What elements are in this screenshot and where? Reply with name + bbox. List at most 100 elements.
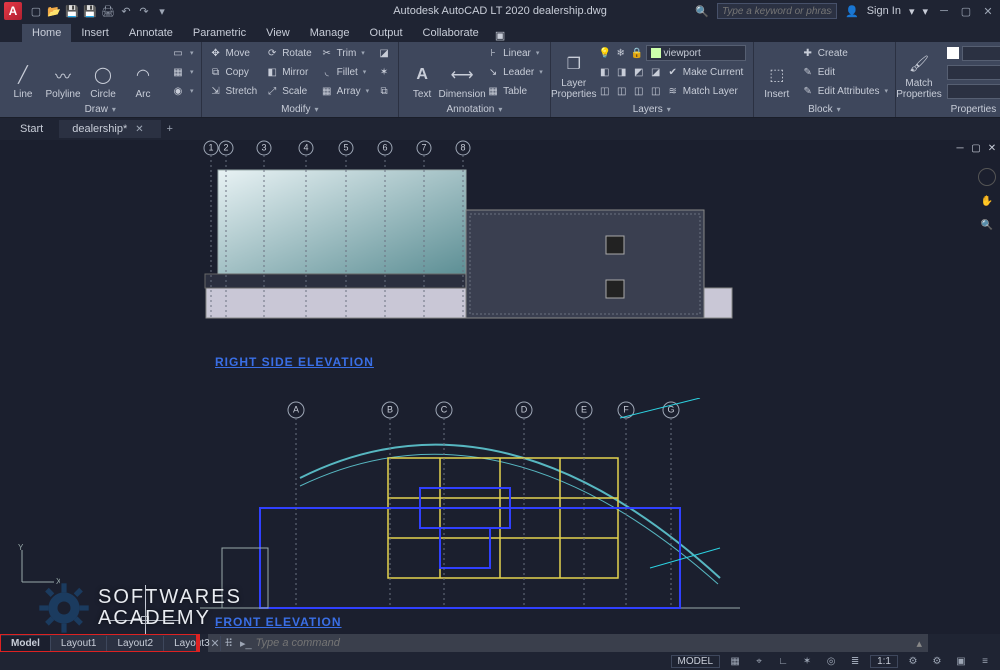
layiso-icon[interactable]: ◧ (598, 65, 612, 79)
rotate-button[interactable]: ⟳Rotate (262, 44, 314, 62)
table-button[interactable]: ▦Table (483, 82, 546, 100)
insert-block-button[interactable]: ⬚Insert (758, 44, 796, 100)
maximize-icon[interactable]: ▢ (958, 3, 974, 19)
layoff-icon[interactable]: ◨ (615, 65, 629, 79)
open-icon[interactable]: 📂 (46, 3, 62, 19)
osnap-toggle-icon[interactable]: ◎ (822, 654, 840, 668)
layout-tab-model[interactable]: Model (1, 636, 51, 651)
minimize-icon[interactable]: ─ (936, 3, 952, 19)
pan-icon[interactable]: ✋ (978, 192, 996, 210)
lock-icon[interactable]: 🔒 (630, 46, 644, 60)
tab-collaborate[interactable]: Collaborate (413, 24, 489, 42)
polyline-button[interactable]: 〰Polyline (44, 44, 82, 100)
freeze-icon[interactable]: ❄ (614, 46, 628, 60)
save-icon[interactable]: 💾 (64, 3, 80, 19)
undo-icon[interactable]: ↶ (118, 3, 134, 19)
edit-block-button[interactable]: ✎Edit (798, 63, 891, 81)
text-button[interactable]: AText (403, 44, 441, 100)
annoscale-icon[interactable]: ⚙ (904, 654, 922, 668)
new-icon[interactable]: ▢ (28, 3, 44, 19)
fillet-button[interactable]: ◟Fillet▾ (317, 63, 372, 81)
tab-close-icon[interactable]: ✕ (135, 124, 143, 135)
arc-button[interactable]: ◠Arc (124, 44, 162, 100)
navwheel-icon[interactable] (978, 168, 996, 186)
create-block-button[interactable]: ✚Create (798, 44, 891, 62)
linetype-dropdown[interactable]: ByLayer (947, 84, 1000, 99)
laymrg-icon[interactable]: ◫ (649, 84, 663, 98)
tab-annotate[interactable]: Annotate (119, 24, 183, 42)
grid-toggle-icon[interactable]: ▦ (726, 654, 744, 668)
redo-icon[interactable]: ↷ (136, 3, 152, 19)
tab-output[interactable]: Output (360, 24, 413, 42)
cleanscreen-icon[interactable]: ▣ (952, 654, 970, 668)
canvas-close-icon[interactable]: ✕ (986, 142, 998, 154)
polar-toggle-icon[interactable]: ✶ (798, 654, 816, 668)
layout-tab-add[interactable]: + (225, 634, 231, 652)
laywalk-icon[interactable]: ◫ (598, 84, 612, 98)
file-tab-doc[interactable]: dealership*✕ (60, 120, 160, 138)
rect-button[interactable]: ▭▾ (168, 44, 197, 62)
layer-dropdown[interactable]: viewport (646, 45, 746, 61)
layuniso-icon[interactable]: ◫ (615, 84, 629, 98)
layout-tab-layout3[interactable]: Layout3 (164, 636, 221, 651)
saveas-icon[interactable]: 💾 (82, 3, 98, 19)
tab-view[interactable]: View (256, 24, 300, 42)
help-icon[interactable]: ▾ (922, 5, 928, 18)
drawing-canvas[interactable]: ─ ▢ ✕ 12345678 RIGHT SIDE ELEVATION ABCD… (0, 140, 1000, 634)
move-button[interactable]: ✥Move (206, 44, 261, 62)
file-tab-add[interactable]: + (161, 120, 179, 138)
match-properties-button[interactable]: 🖌Match Properties (900, 44, 938, 100)
lwt-toggle-icon[interactable]: ≣ (846, 654, 864, 668)
plot-icon[interactable]: 🖨 (100, 3, 116, 19)
trim-button[interactable]: ✂Trim▾ (317, 44, 372, 62)
layer-properties-button[interactable]: ❐Layer Properties (555, 44, 593, 100)
linear-button[interactable]: ⊦Linear▾ (483, 44, 546, 62)
color-dropdown[interactable]: ByLayer (962, 46, 1000, 61)
layfrz-icon[interactable]: ◩ (632, 65, 646, 79)
stretch-button[interactable]: ⇲Stretch (206, 82, 261, 100)
laylck-icon[interactable]: ◪ (649, 65, 663, 79)
signin-link[interactable]: Sign In (867, 5, 901, 17)
edit-attributes-button[interactable]: ✎Edit Attributes▾ (798, 82, 891, 100)
scale-button[interactable]: ⤢Scale (262, 82, 314, 100)
tab-parametric[interactable]: Parametric (183, 24, 256, 42)
tab-insert[interactable]: Insert (71, 24, 119, 42)
laydel-icon[interactable]: ◫ (632, 84, 646, 98)
offset-button[interactable]: ⧉ (374, 82, 394, 100)
ribbon-overflow-icon[interactable]: ▣ (495, 29, 505, 42)
array-button[interactable]: ▦Array▾ (317, 82, 372, 100)
dimension-button[interactable]: ⟷Dimension (443, 44, 481, 100)
workspace-icon[interactable]: ⚙ (928, 654, 946, 668)
match-layer-icon[interactable]: ≋ (666, 84, 680, 98)
tab-home[interactable]: Home (22, 24, 71, 42)
tab-manage[interactable]: Manage (300, 24, 360, 42)
snap-toggle-icon[interactable]: ⌖ (750, 654, 768, 668)
hatch-button[interactable]: ▦▾ (168, 63, 197, 81)
status-space[interactable]: MODEL (671, 655, 721, 668)
a360-icon[interactable]: ▾ (909, 5, 915, 18)
customize-icon[interactable]: ≡ (976, 654, 994, 668)
copy-button[interactable]: ⧉Copy (206, 63, 261, 81)
user-icon[interactable]: 👤 (845, 5, 859, 18)
line-button[interactable]: ╱Line (4, 44, 42, 100)
color-swatch-icon[interactable] (947, 47, 959, 59)
command-input[interactable] (256, 637, 911, 649)
layout-tab-layout1[interactable]: Layout1 (51, 636, 108, 651)
cmd-recent-icon[interactable]: ▴ (910, 637, 928, 650)
layout-tab-layout2[interactable]: Layout2 (107, 636, 164, 651)
lineweight-dropdown[interactable]: ByLayer (947, 65, 1000, 80)
command-line[interactable]: ✕ ⠿ ▸_ ▴ (208, 634, 928, 652)
help-search-input[interactable] (717, 3, 837, 19)
canvas-minimize-icon[interactable]: ─ (954, 142, 966, 154)
file-tab-start[interactable]: Start (8, 120, 60, 138)
circle-button[interactable]: ◯Circle (84, 44, 122, 100)
make-current-icon[interactable]: ✔ (666, 65, 680, 79)
bulb-icon[interactable]: 💡 (598, 46, 612, 60)
qat-dropdown-icon[interactable]: ▾ (154, 3, 170, 19)
ellipse-button[interactable]: ◉▾ (168, 82, 197, 100)
ortho-toggle-icon[interactable]: ∟ (774, 654, 792, 668)
erase-button[interactable]: ◪ (374, 44, 394, 62)
close-icon[interactable]: ✕ (980, 3, 996, 19)
zoom-icon[interactable]: 🔍 (978, 216, 996, 234)
mirror-button[interactable]: ◧Mirror (262, 63, 314, 81)
